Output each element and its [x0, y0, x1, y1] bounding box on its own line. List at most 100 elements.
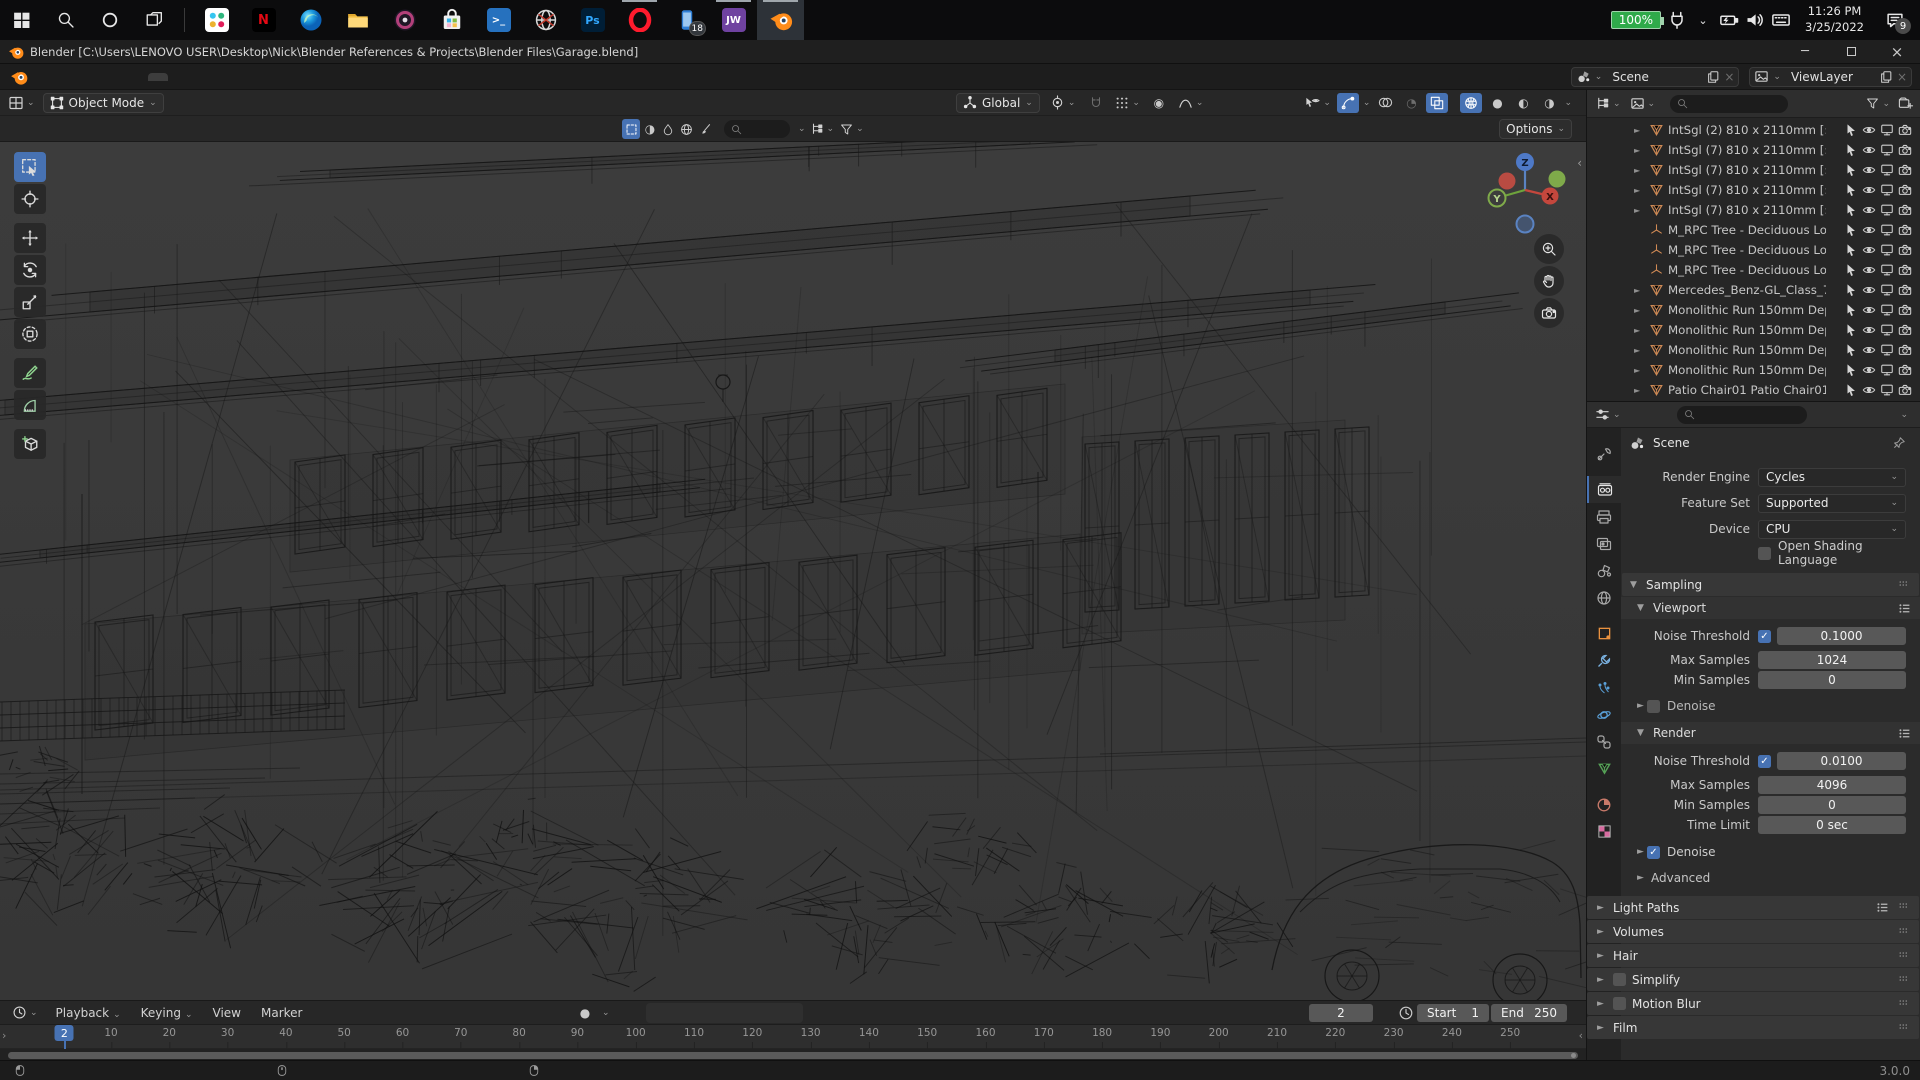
drag-grip-icon[interactable] [1897, 901, 1911, 913]
shading-rendered-button[interactable]: ◑ [1538, 93, 1560, 113]
gizmo-toggle[interactable] [1337, 93, 1359, 113]
expand-arrow-icon[interactable]: ► [1634, 306, 1648, 315]
timeline-menu[interactable]: Playback⌄ [46, 1002, 131, 1024]
xray-toggle[interactable] [1426, 93, 1448, 113]
osl-checkbox[interactable] [1758, 547, 1771, 560]
expand-arrow-icon[interactable]: ► [1634, 186, 1648, 195]
collapsed-section-header[interactable]: ► Film [1587, 1016, 1919, 1039]
menubar-menu[interactable] [92, 73, 112, 81]
disable-in-viewports-icon[interactable] [1880, 283, 1894, 297]
disable-in-viewports-icon[interactable] [1880, 223, 1894, 237]
workspace-tab[interactable] [268, 73, 288, 81]
auto-keying-button[interactable]: ● [574, 1003, 596, 1023]
selectable-icon[interactable] [1844, 203, 1858, 217]
shading-solid-button[interactable]: ● [1486, 93, 1508, 113]
properties-search-input[interactable] [1677, 406, 1807, 424]
material-drop-icon[interactable] [660, 119, 676, 139]
mode-selector[interactable]: Object Mode ⌄ [43, 93, 164, 113]
expand-arrow-icon[interactable]: ► [1634, 346, 1648, 355]
viewport-zoom-button[interactable] [1534, 234, 1564, 264]
disable-in-viewports-icon[interactable] [1880, 303, 1894, 317]
tool-cursor[interactable] [14, 184, 46, 214]
workspace-tab[interactable] [368, 73, 388, 81]
presets-icon[interactable] [1897, 727, 1912, 740]
shading-dropdown[interactable]: ⌄ [1564, 98, 1572, 108]
timeline-menu[interactable]: Marker [251, 1002, 312, 1024]
disable-in-renders-icon[interactable] [1898, 203, 1912, 217]
transport-button[interactable] [722, 1004, 752, 1022]
tool-select-box[interactable] [14, 152, 46, 182]
outliner-row[interactable]: ► M_RPC Tree - Deciduous Lor [1587, 240, 1920, 260]
disable-in-renders-icon[interactable] [1898, 123, 1912, 137]
menubar-menu[interactable] [72, 73, 92, 81]
tab-world[interactable] [1587, 584, 1621, 611]
tab-modifiers[interactable] [1587, 647, 1621, 674]
shading-wireframe-button[interactable] [1460, 93, 1482, 113]
region-collapse-arrow[interactable]: ‹ [1577, 156, 1582, 170]
disable-in-renders-icon[interactable] [1898, 143, 1912, 157]
workspace-tab[interactable] [308, 73, 328, 81]
taskbar-clock[interactable]: 11:26 PM 3/25/2022 [1797, 4, 1872, 35]
tool-annotate[interactable] [14, 358, 46, 388]
overlay-extra-toggle[interactable]: ◔ [1400, 93, 1422, 113]
hide-in-viewport-icon[interactable] [1862, 203, 1876, 217]
taskbar-app-slack[interactable] [193, 0, 240, 40]
noise-threshold-field[interactable]: 0.0100 [1777, 752, 1906, 770]
viewport-search-input[interactable] [724, 120, 790, 138]
disable-in-renders-icon[interactable] [1898, 183, 1912, 197]
feature-set-select[interactable]: Supported⌄ [1758, 494, 1906, 513]
restore-button[interactable] [1828, 40, 1874, 64]
properties-editor-type[interactable]: ⌄ [1593, 405, 1623, 424]
outliner-row[interactable]: ► IntSgl (7) 810 x 2110mm [: [1587, 140, 1920, 160]
selectable-icon[interactable] [1844, 263, 1858, 277]
taskbar-app-photoshop[interactable]: Ps [569, 0, 616, 40]
selectable-icon[interactable] [1844, 303, 1858, 317]
expand-arrow-icon[interactable]: ► [1634, 166, 1648, 175]
expand-arrow-icon[interactable]: ► [1634, 126, 1648, 135]
disable-in-viewports-icon[interactable] [1880, 183, 1894, 197]
tab-constraints[interactable] [1587, 728, 1621, 755]
outliner-row[interactable]: ► Mercedes_Benz-GL_Class_7 [1587, 280, 1920, 300]
menubar-menu[interactable] [32, 73, 52, 81]
touch-keyboard-icon[interactable] [1771, 10, 1791, 30]
transport-button[interactable] [778, 1004, 802, 1022]
drag-grip-icon[interactable] [1897, 998, 1911, 1010]
blender-menu-icon[interactable] [6, 68, 32, 86]
3d-viewport[interactable]: Z Y X ‹ [0, 142, 1586, 1000]
workspace-tab[interactable] [168, 73, 188, 81]
use-preview-range-icon[interactable] [1397, 1005, 1415, 1021]
workspace-tab[interactable] [288, 73, 308, 81]
timeline-menu[interactable]: View [203, 1002, 251, 1024]
tab-texture[interactable] [1587, 818, 1621, 845]
outliner-row[interactable]: ► Monolithic Run 150mm Dep [1587, 360, 1920, 380]
selectable-icon[interactable] [1844, 363, 1858, 377]
expand-arrow-icon[interactable]: ► [1634, 146, 1648, 155]
hide-in-viewport-icon[interactable] [1862, 123, 1876, 137]
shading-sphere-icon[interactable]: ◑ [642, 119, 658, 139]
disable-in-renders-icon[interactable] [1898, 263, 1912, 277]
collapsed-section-header[interactable]: ► Volumes [1587, 920, 1919, 943]
collapsed-section-header[interactable]: ► Motion Blur [1587, 992, 1919, 1015]
presets-icon[interactable] [1875, 901, 1890, 914]
workspace-tab[interactable] [228, 73, 248, 81]
disable-in-viewports-icon[interactable] [1880, 383, 1894, 397]
disable-in-renders-icon[interactable] [1898, 283, 1912, 297]
workspace-tab[interactable] [188, 73, 208, 81]
workspace-tab[interactable] [348, 73, 368, 81]
shading-material-button[interactable]: ◐ [1512, 93, 1534, 113]
action-center-button[interactable]: 9 [1878, 0, 1912, 40]
tool-rotate[interactable] [14, 255, 46, 285]
tab-object[interactable] [1587, 620, 1621, 647]
drag-grip-icon[interactable] [1897, 974, 1911, 986]
max-samples-field[interactable]: 1024 [1758, 651, 1906, 669]
taskbar-app-powershell[interactable]: >_ [475, 0, 522, 40]
taskbar-search-button[interactable] [44, 0, 88, 40]
taskbar-app-music[interactable] [381, 0, 428, 40]
disable-in-viewports-icon[interactable] [1880, 363, 1894, 377]
viewport-menu[interactable] [192, 99, 212, 107]
transport-button[interactable] [672, 1004, 696, 1022]
render-engine-select[interactable]: Cycles⌄ [1758, 468, 1906, 487]
hide-in-viewport-icon[interactable] [1862, 263, 1876, 277]
snap-settings[interactable]: ⌄ [1113, 93, 1142, 113]
timeline-collapse-right[interactable]: ‹ [1579, 1029, 1583, 1042]
